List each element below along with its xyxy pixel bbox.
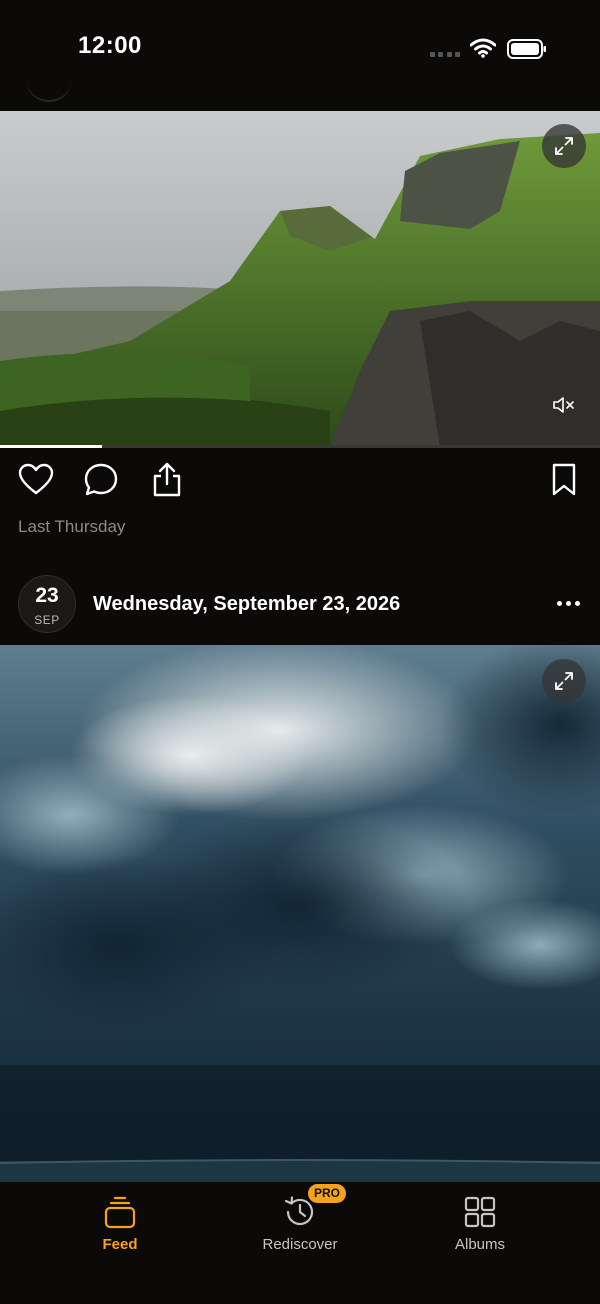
post-photo[interactable]	[0, 111, 600, 447]
pro-badge: PRO	[308, 1184, 347, 1203]
storm-clouds-photo	[0, 645, 600, 1182]
date-badge[interactable]: 23 SEP	[18, 575, 76, 633]
battery-icon	[507, 39, 546, 59]
status-bar: 12:00	[0, 0, 600, 102]
tab-rediscover[interactable]: Rediscover	[225, 1188, 375, 1258]
bookmark-icon[interactable]	[550, 462, 578, 498]
post-actions	[0, 462, 600, 504]
status-time: 12:00	[78, 32, 142, 59]
post-header: 23 SEP Wednesday, September 23, 2026	[0, 575, 600, 635]
feed-icon	[104, 1196, 136, 1229]
video-progress-bar[interactable]	[0, 445, 600, 448]
mute-icon[interactable]	[552, 395, 576, 415]
heart-icon[interactable]	[18, 462, 54, 498]
post-photo[interactable]	[0, 645, 600, 1182]
tab-bar: Feed Rediscover Albums	[0, 1182, 600, 1304]
date-month: SEP	[34, 613, 60, 627]
more-options-icon[interactable]	[557, 601, 580, 606]
tab-feed[interactable]: Feed	[45, 1188, 195, 1258]
post-timestamp: Last Thursday	[18, 517, 126, 536]
expand-button[interactable]	[542, 659, 586, 703]
tab-label: Feed	[102, 1236, 138, 1253]
video-progress-fill	[0, 445, 102, 448]
landscape-photo	[0, 111, 600, 447]
avatar[interactable]	[26, 64, 72, 102]
wifi-icon	[470, 38, 496, 58]
tab-albums[interactable]: Albums	[405, 1188, 555, 1258]
tab-label: Albums	[454, 1236, 506, 1253]
expand-icon	[555, 672, 573, 690]
date-day: 23	[35, 584, 59, 607]
expand-icon	[555, 137, 573, 155]
signal-icon	[430, 52, 460, 57]
expand-button[interactable]	[542, 124, 586, 168]
share-icon[interactable]	[150, 462, 184, 498]
post-date-title: Wednesday, September 23, 2026	[93, 593, 401, 615]
tab-label: Rediscover	[262, 1236, 338, 1253]
comment-icon[interactable]	[83, 462, 119, 498]
grid-icon	[464, 1196, 496, 1228]
